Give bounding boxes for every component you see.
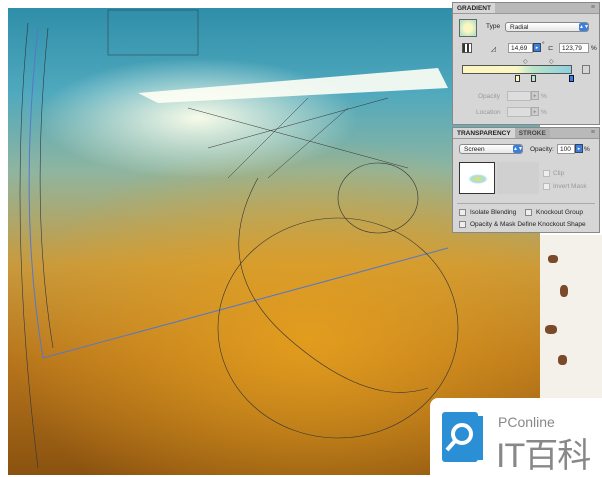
trash-icon[interactable] bbox=[582, 65, 590, 74]
angle-unit: ° bbox=[542, 41, 545, 48]
panel-menu-icon[interactable]: ≡ bbox=[587, 3, 599, 13]
color-stop[interactable] bbox=[531, 75, 536, 82]
gradient-preview-swatch[interactable] bbox=[459, 19, 477, 37]
angle-icon: ◿ bbox=[491, 46, 496, 53]
stop-opacity-dropdown: ▸ bbox=[531, 91, 539, 100]
chevron-down-icon: ▲▼ bbox=[579, 23, 589, 31]
panel-menu-icon[interactable]: ≡ bbox=[587, 128, 599, 138]
blend-mode-value: Screen bbox=[464, 146, 485, 153]
tab-stroke[interactable]: STROKE bbox=[514, 128, 550, 138]
aspect-ratio-icon: ⊏ bbox=[548, 45, 554, 52]
isolate-blending-label: Isolate Blending bbox=[470, 209, 517, 216]
gradient-panel: GRADIENT ≡ Type Radial ▲▼ ◿ 14,69 ▸ ° ⊏ 1… bbox=[452, 2, 600, 125]
opacity-dropdown-button[interactable]: ▸ bbox=[575, 144, 583, 153]
chevron-down-icon: ▲▼ bbox=[513, 145, 523, 153]
knockout-group-checkbox[interactable] bbox=[525, 209, 532, 216]
transparency-panel: TRANSPARENCY STROKE ≡ Screen ▲▼ Opacity: … bbox=[452, 127, 600, 233]
percent: % bbox=[541, 93, 547, 100]
tab-gradient[interactable]: GRADIENT bbox=[453, 3, 495, 13]
canvas-edge bbox=[540, 235, 602, 400]
clip-checkbox bbox=[543, 170, 550, 177]
opacity-mask-knockout-label: Opacity & Mask Define Knockout Shape bbox=[470, 221, 586, 228]
mask-area[interactable] bbox=[497, 162, 539, 194]
percent: % bbox=[541, 109, 547, 116]
opacity-input[interactable]: 100 bbox=[557, 144, 575, 154]
invert-mask-label: Invert Mask bbox=[553, 183, 587, 190]
watermark-logo: PConline IT百科 bbox=[430, 398, 602, 475]
object-thumbnail[interactable] bbox=[459, 162, 495, 194]
stop-opacity-input bbox=[507, 91, 531, 101]
aspect-ratio-input[interactable]: 123,79 bbox=[559, 43, 589, 53]
invert-mask-checkbox bbox=[543, 183, 550, 190]
type-label: Type bbox=[486, 23, 501, 30]
location-input bbox=[507, 107, 531, 117]
opacity-label: Opacity bbox=[478, 93, 501, 100]
tab-transparency[interactable]: TRANSPARENCY bbox=[453, 128, 515, 138]
location-label: Location bbox=[476, 109, 501, 116]
divider bbox=[457, 203, 595, 204]
brand-name: IT百科 bbox=[496, 437, 591, 475]
aspect-unit: % bbox=[591, 45, 597, 52]
midpoint-diamond[interactable]: ◇ bbox=[523, 58, 528, 65]
color-stop[interactable] bbox=[515, 75, 520, 82]
opacity-mask-knockout-checkbox[interactable] bbox=[459, 221, 466, 228]
opacity-label: Opacity: bbox=[530, 146, 554, 153]
midpoint-diamond[interactable]: ◇ bbox=[549, 58, 554, 65]
location-dropdown: ▸ bbox=[531, 107, 539, 116]
angle-input[interactable]: 14,69 bbox=[508, 43, 533, 53]
color-stop-selected[interactable] bbox=[569, 75, 574, 82]
clip-label: Clip bbox=[553, 170, 565, 177]
isolate-blending-checkbox[interactable] bbox=[459, 209, 466, 216]
gradient-type-select[interactable]: Radial ▲▼ bbox=[505, 22, 589, 32]
gradient-slider[interactable] bbox=[462, 65, 572, 74]
reverse-gradient-icon[interactable] bbox=[462, 43, 472, 53]
blend-mode-select[interactable]: Screen ▲▼ bbox=[459, 144, 523, 154]
percent: % bbox=[584, 146, 590, 153]
angle-dropdown-button[interactable]: ▸ bbox=[533, 43, 541, 52]
knockout-group-label: Knockout Group bbox=[536, 209, 583, 216]
type-value: Radial bbox=[510, 24, 529, 31]
